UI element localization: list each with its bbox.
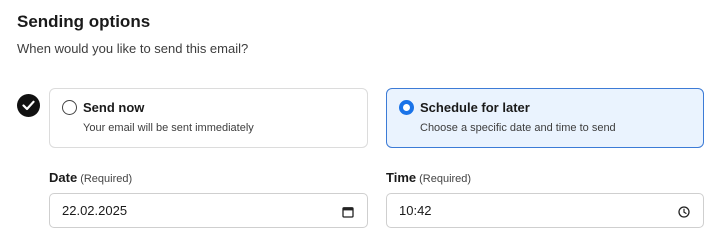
option-label: Send now — [83, 100, 145, 115]
option-schedule-later[interactable]: Schedule for later Choose a specific dat… — [386, 88, 704, 148]
option-label: Schedule for later — [420, 100, 530, 115]
date-required-note: (Required) — [80, 173, 133, 185]
time-label-text: Time — [386, 170, 417, 185]
option-description: Your email will be sent immediately — [83, 122, 254, 134]
calendar-icon[interactable] — [341, 205, 354, 218]
date-field-label: Date (Required) — [49, 170, 132, 185]
time-field-label: Time (Required) — [386, 170, 471, 185]
clock-icon[interactable] — [677, 205, 690, 218]
time-value: 10:42 — [399, 203, 432, 218]
section-title: Sending options — [17, 12, 151, 31]
send-now-radio[interactable] — [62, 100, 77, 115]
time-required-note: (Required) — [419, 173, 472, 185]
date-input[interactable]: 22.02.2025 — [49, 193, 368, 228]
schedule-later-radio[interactable] — [399, 100, 414, 115]
sending-options-panel: Sending options When would you like to s… — [0, 0, 715, 249]
section-subtitle: When would you like to send this email? — [17, 41, 249, 56]
time-input[interactable]: 10:42 — [386, 193, 704, 228]
date-label-text: Date — [49, 170, 78, 185]
step-complete-check-icon — [17, 94, 40, 117]
option-description: Choose a specific date and time to send — [420, 122, 616, 134]
date-value: 22.02.2025 — [62, 203, 128, 218]
option-send-now[interactable]: Send now Your email will be sent immedia… — [49, 88, 368, 148]
